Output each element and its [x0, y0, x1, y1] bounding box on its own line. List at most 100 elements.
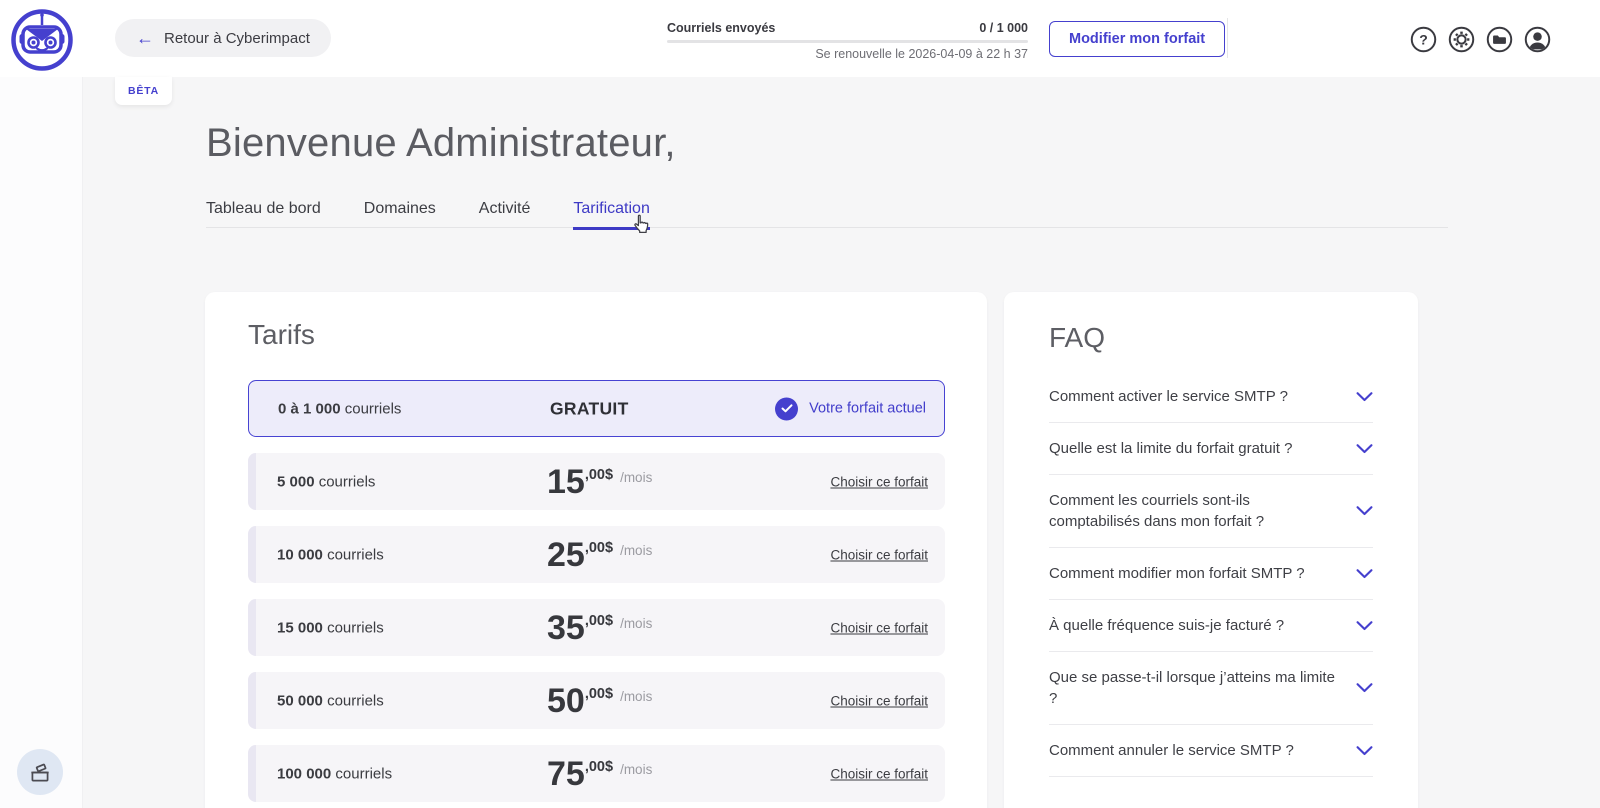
folder-icon	[1486, 26, 1513, 53]
chevron-down-icon	[1356, 746, 1373, 756]
price-amount: 75	[547, 757, 585, 789]
faq-item[interactable]: Comment modifier mon forfait SMTP ?	[1049, 548, 1373, 600]
plan-volume: 10 000 courriels	[277, 546, 384, 563]
plan-volume: 100 000 courriels	[277, 765, 392, 782]
svg-text:?: ?	[1419, 31, 1428, 47]
choose-plan-link[interactable]: Choisir ce forfait	[830, 474, 928, 489]
plan-price-free: GRATUIT	[550, 398, 629, 419]
price-period: /mois	[620, 615, 652, 630]
choose-plan-link[interactable]: Choisir ce forfait	[830, 547, 928, 562]
price-period: /mois	[620, 688, 652, 703]
faq-heading: FAQ	[1049, 322, 1373, 354]
faq-item[interactable]: Comment les courriels sont-ils comptabil…	[1049, 475, 1373, 548]
faq-item[interactable]: Que se passe-t-il lorsque j’atteins ma l…	[1049, 652, 1373, 725]
account-icon	[1524, 26, 1551, 53]
price-amount: 35	[547, 611, 585, 643]
chevron-down-icon	[1356, 569, 1373, 579]
plan-volume-unit: courriels	[327, 692, 384, 709]
beta-badge: BÊTA	[115, 77, 172, 105]
faq-question: Quelle est la limite du forfait gratuit …	[1049, 438, 1339, 459]
chevron-down-icon	[1356, 683, 1373, 693]
account-button[interactable]	[1524, 26, 1551, 53]
plan-volume-unit: courriels	[345, 400, 402, 417]
plan-row: 100 000 courriels 75 ,00$ /mois Choisir …	[248, 745, 945, 802]
gift-box-icon	[27, 759, 53, 785]
pricing-card: Tarifs 0 à 1 000 courriels GRATUIT Votre…	[205, 292, 987, 808]
price-period: /mois	[620, 542, 652, 557]
robot-logo-icon	[10, 8, 74, 72]
plan-volume: 15 000 courriels	[277, 619, 384, 636]
top-header: ← Retour à Cyberimpact Courriels envoyés…	[0, 0, 1600, 77]
usage-label: Courriels envoyés	[667, 21, 775, 35]
tab-domaines[interactable]: Domaines	[364, 199, 436, 230]
left-sidebar	[0, 77, 83, 808]
plan-volume-unit: courriels	[335, 765, 392, 782]
faq-item[interactable]: Comment activer le service SMTP ?	[1049, 371, 1373, 423]
plan-volume: 0 à 1 000 courriels	[278, 400, 401, 417]
choose-plan-link[interactable]: Choisir ce forfait	[830, 620, 928, 635]
current-plan-badge-label: Votre forfait actuel	[809, 401, 926, 417]
plan-row: 5 000 courriels 15 ,00$ /mois Choisir ce…	[248, 453, 945, 510]
usage-renewal-date: Se renouvelle le 2026-04-09 à 22 h 37	[667, 47, 1028, 61]
price-cents: ,00$	[585, 612, 613, 628]
plan-volume-unit: courriels	[327, 619, 384, 636]
brand-logo[interactable]	[10, 8, 74, 72]
tab-activite[interactable]: Activité	[479, 199, 531, 230]
check-icon	[775, 397, 798, 420]
price-cents: ,00$	[585, 685, 613, 701]
plan-volume-number: 100 000	[277, 765, 331, 782]
price-amount: 15	[547, 465, 585, 497]
help-button[interactable]: ?	[1410, 26, 1437, 53]
current-plan-badge: Votre forfait actuel	[775, 397, 926, 420]
plan-price: 75 ,00$ /mois	[547, 757, 652, 789]
faq-question: Comment annuler le service SMTP ?	[1049, 740, 1339, 761]
faq-card: FAQ Comment activer le service SMTP ? Qu…	[1004, 292, 1418, 808]
page-title: Bienvenue Administrateur,	[206, 121, 676, 166]
price-amount: 50	[547, 684, 585, 716]
header-divider	[1227, 18, 1228, 58]
files-button[interactable]	[1486, 26, 1513, 53]
chevron-down-icon	[1356, 506, 1373, 516]
price-amount: 25	[547, 538, 585, 570]
faq-question: À quelle fréquence suis-je facturé ?	[1049, 615, 1339, 636]
plan-volume: 50 000 courriels	[277, 692, 384, 709]
back-arrow-icon: ←	[136, 29, 154, 47]
help-icon: ?	[1410, 26, 1437, 53]
plan-volume: 5 000 courriels	[277, 473, 375, 490]
pricing-heading: Tarifs	[248, 319, 315, 351]
current-plan-row: 0 à 1 000 courriels GRATUIT Votre forfai…	[248, 380, 945, 437]
price-cents: ,00$	[585, 539, 613, 555]
tab-tableau-de-bord[interactable]: Tableau de bord	[206, 199, 321, 230]
plan-volume-number: 5 000	[277, 473, 315, 490]
price-period: /mois	[620, 761, 652, 776]
tab-tarification[interactable]: Tarification	[573, 199, 649, 230]
choose-plan-link[interactable]: Choisir ce forfait	[830, 693, 928, 708]
choose-plan-link[interactable]: Choisir ce forfait	[830, 766, 928, 781]
plan-row: 50 000 courriels 50 ,00$ /mois Choisir c…	[248, 672, 945, 729]
back-to-cyberimpact-button[interactable]: ← Retour à Cyberimpact	[115, 19, 331, 57]
chevron-down-icon	[1356, 444, 1373, 454]
modify-plan-button[interactable]: Modifier mon forfait	[1049, 21, 1225, 57]
faq-item[interactable]: Comment annuler le service SMTP ?	[1049, 725, 1373, 777]
faq-question: Comment activer le service SMTP ?	[1049, 386, 1339, 407]
faq-question: Comment les courriels sont-ils comptabil…	[1049, 490, 1339, 532]
plan-volume-number: 15 000	[277, 619, 323, 636]
faq-question: Que se passe-t-il lorsque j’atteins ma l…	[1049, 667, 1339, 709]
plan-price: 25 ,00$ /mois	[547, 538, 652, 570]
settings-button[interactable]	[1448, 26, 1475, 53]
rewards-button[interactable]	[17, 749, 63, 795]
plan-volume-unit: courriels	[319, 473, 376, 490]
plan-price: 15 ,00$ /mois	[547, 465, 652, 497]
chevron-down-icon	[1356, 621, 1373, 631]
faq-item[interactable]: À quelle fréquence suis-je facturé ?	[1049, 600, 1373, 652]
plan-volume-unit: courriels	[327, 546, 384, 563]
plan-volume-number: 50 000	[277, 692, 323, 709]
plan-price: 50 ,00$ /mois	[547, 684, 652, 716]
price-cents: ,00$	[585, 758, 613, 774]
usage-count: 0 / 1 000	[979, 21, 1028, 35]
email-usage-widget: Courriels envoyés 0 / 1 000 Se renouvell…	[667, 21, 1028, 61]
plan-volume-number: 0 à 1 000	[278, 400, 341, 417]
price-cents: ,00$	[585, 466, 613, 482]
faq-item[interactable]: Quelle est la limite du forfait gratuit …	[1049, 423, 1373, 475]
chevron-down-icon	[1356, 392, 1373, 402]
